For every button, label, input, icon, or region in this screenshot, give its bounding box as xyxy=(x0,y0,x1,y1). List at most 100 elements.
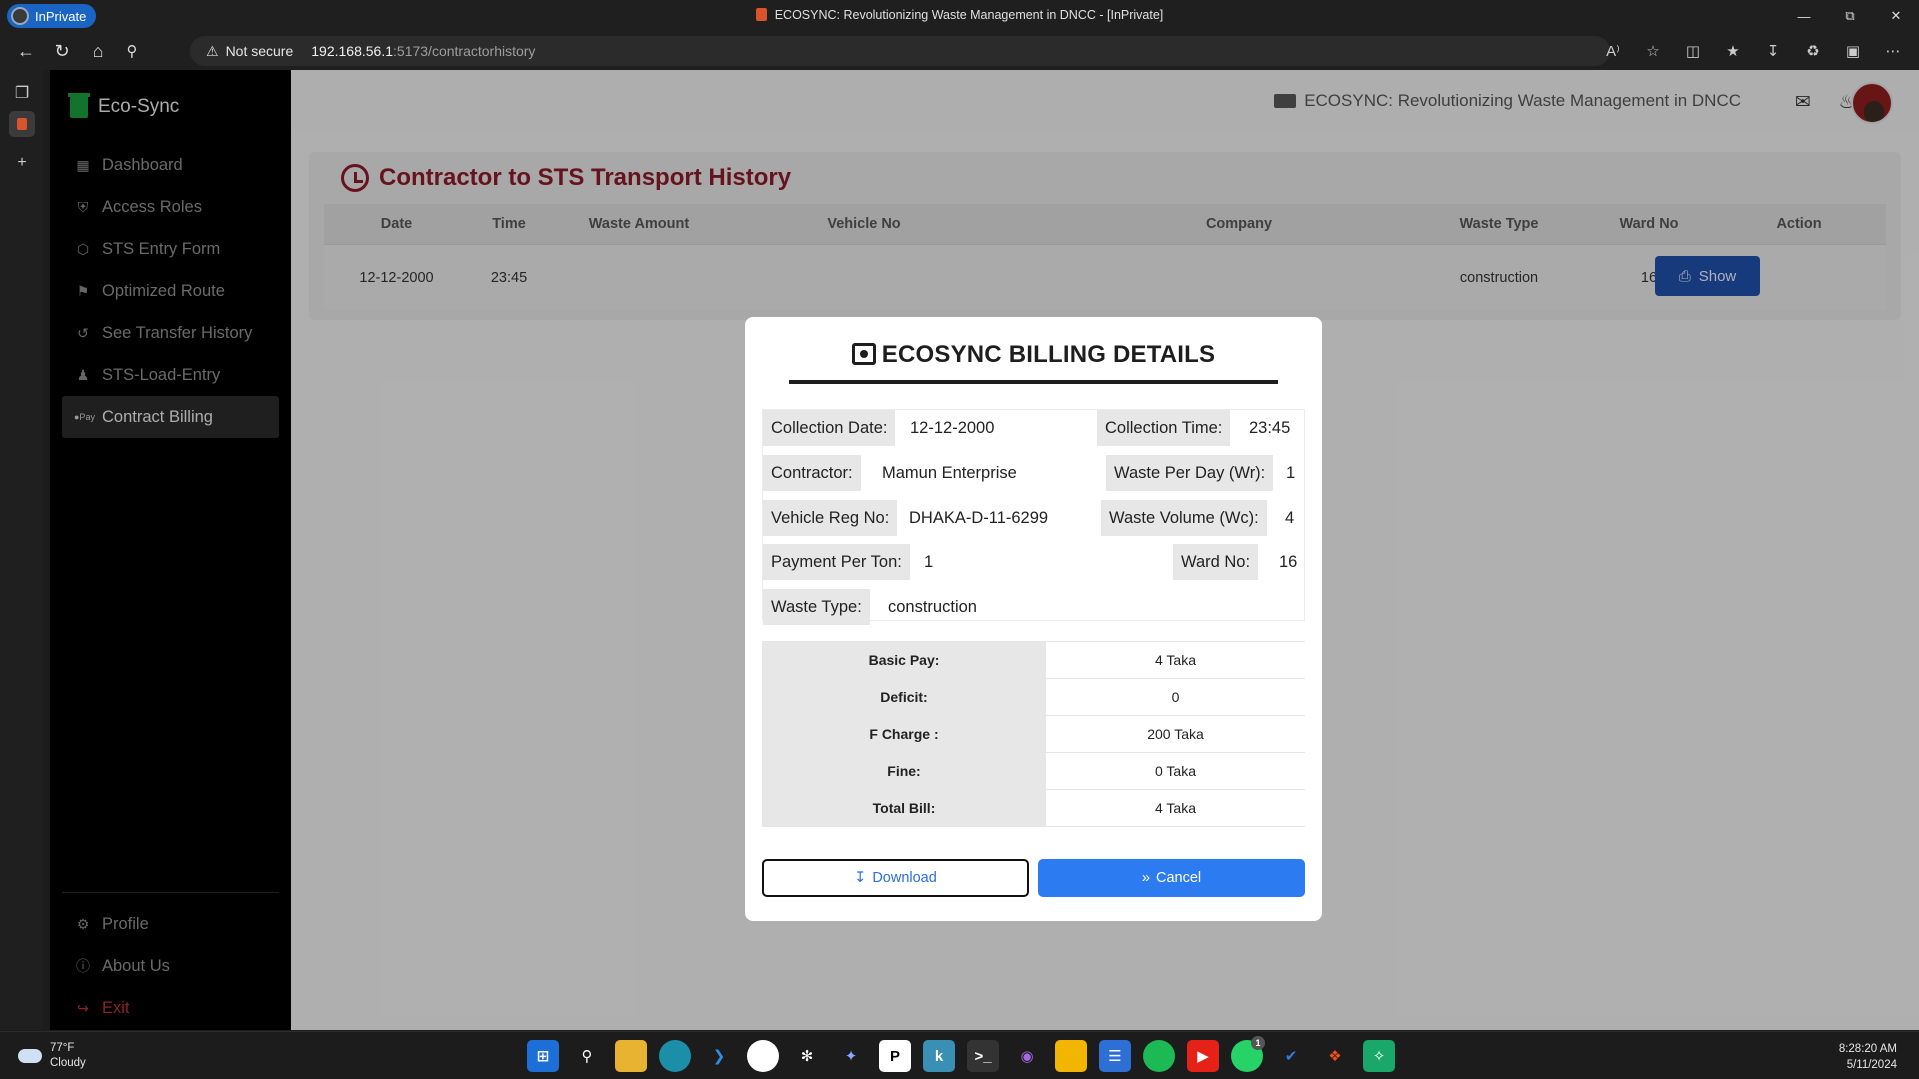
window-title: ECOSYNC: Revolutionizing Waste Managemen… xyxy=(0,8,1919,22)
bill-table: Basic Pay: 4 Taka Deficit: 0 F Charge : … xyxy=(762,641,1305,827)
bill-label: Total Bill: xyxy=(762,790,1046,826)
waste-per-day-value: 1 xyxy=(1286,463,1296,482)
modal-title: ECOSYNC BILLING DETAILS xyxy=(745,341,1322,369)
url-host: 192.168.56.1 xyxy=(311,43,394,59)
ward-no-label: Ward No: xyxy=(1173,544,1259,580)
chatgpt-icon[interactable]: ✻ xyxy=(791,1040,823,1072)
bill-value: 0 Taka xyxy=(1155,763,1196,779)
weather-condition: Cloudy xyxy=(50,1057,86,1069)
minimize-icon[interactable]: — xyxy=(1781,0,1827,32)
refresh-icon[interactable]: ↻ xyxy=(48,39,76,63)
address-toolbar: ← ↻ ⌂ ⚲ ⚠ Not secure 192.168.56.1:5173/c… xyxy=(0,32,1919,70)
bill-value: 4 Taka xyxy=(1155,800,1196,816)
edge-browser-icon[interactable] xyxy=(659,1040,691,1072)
whatsapp-icon[interactable]: 1 xyxy=(1231,1036,1265,1072)
bill-row: Fine: 0 Taka xyxy=(762,753,1305,790)
title-divider xyxy=(789,380,1278,384)
taskbar: 77°F Cloudy ⊞ ⚲ ❯ ✻ ✦ P k >_ ◉ ☰ ▶ 1 ✔ ❖… xyxy=(0,1031,1919,1079)
bill-label: Fine: xyxy=(762,753,1046,789)
back-icon[interactable]: ← xyxy=(12,39,40,63)
waste-volume-label: Waste Volume (Wc): xyxy=(1101,500,1267,536)
contractor-label: Contractor: xyxy=(763,455,861,491)
kotlin-app-icon[interactable]: k xyxy=(923,1040,955,1072)
cloud-icon xyxy=(18,1049,42,1063)
search-icon[interactable]: ⚲ xyxy=(571,1040,603,1072)
keep-notes-icon[interactable] xyxy=(1055,1040,1087,1072)
clock-time: 8:28:20 AM xyxy=(1838,1043,1897,1055)
todo-icon[interactable]: ✔ xyxy=(1275,1040,1307,1072)
chevrons-right-icon: » xyxy=(1141,870,1150,886)
clock-date: 5/11/2024 xyxy=(1846,1059,1897,1071)
favorite-star-icon[interactable]: ☆ xyxy=(1639,39,1667,63)
restore-icon[interactable]: ⧉ xyxy=(1827,0,1873,32)
not-secure-label[interactable]: Not secure xyxy=(226,43,294,59)
collection-date-label: Collection Date: xyxy=(763,410,896,446)
bill-row: Deficit: 0 xyxy=(762,679,1305,716)
billing-modal: ECOSYNC BILLING DETAILS Collection Date:… xyxy=(745,317,1322,921)
waste-per-day-label: Waste Per Day (Wr): xyxy=(1106,455,1274,491)
pycharm-icon[interactable]: P xyxy=(879,1040,911,1072)
bill-row: Total Bill: 4 Taka xyxy=(762,790,1305,827)
github-desktop-icon[interactable]: ◉ xyxy=(1011,1040,1043,1072)
vscode-icon[interactable]: ❯ xyxy=(703,1040,735,1072)
collection-time-label: Collection Time: xyxy=(1097,410,1231,446)
browser-titlebar: InPrivate ECOSYNC: Revolutionizing Waste… xyxy=(0,0,1919,32)
money-truck-icon xyxy=(851,343,876,365)
url-path: :5173/contractorhistory xyxy=(393,43,536,59)
site-favicon-icon xyxy=(755,8,767,21)
bill-label: Basic Pay: xyxy=(762,642,1046,678)
bill-value: 4 Taka xyxy=(1155,652,1196,668)
billing-info: Collection Date: 12-12-2000 Collection T… xyxy=(762,409,1305,625)
cancel-button[interactable]: » Cancel xyxy=(1038,859,1305,897)
contractor-value: Mamun Enterprise xyxy=(882,463,1017,482)
windows-start-icon[interactable]: ⊞ xyxy=(527,1040,559,1072)
payment-per-ton-value: 1 xyxy=(924,552,934,571)
download-button-label: Download xyxy=(872,870,937,886)
app-window: Eco-Sync ▦ Dashboard ⛨ Access Roles ⬡ ST… xyxy=(50,70,1919,1030)
vehicle-reg-label: Vehicle Reg No: xyxy=(763,500,898,536)
download-icon: ↧ xyxy=(854,870,867,886)
gemini-icon[interactable]: ✦ xyxy=(835,1040,867,1072)
figma-icon[interactable]: ❖ xyxy=(1319,1040,1351,1072)
url-field[interactable]: ⚠ Not secure 192.168.56.1:5173/contracto… xyxy=(190,36,1610,66)
search-icon[interactable]: ⚲ xyxy=(118,39,146,63)
home-icon[interactable]: ⌂ xyxy=(84,39,112,63)
youtube-icon[interactable]: ▶ xyxy=(1187,1040,1219,1072)
file-explorer-icon[interactable] xyxy=(615,1040,647,1072)
browser-tools: A⁾ ☆ ◫ ★ ↧ ♻ ▣ ⋯ xyxy=(1599,39,1907,63)
collection-time-value: 23:45 xyxy=(1249,418,1291,437)
bill-label: F Charge : xyxy=(762,716,1046,752)
warning-icon: ⚠ xyxy=(206,42,219,59)
spotify-icon[interactable] xyxy=(1143,1040,1175,1072)
notification-badge: 1 xyxy=(1251,1036,1265,1050)
window-title-text: ECOSYNC: Revolutionizing Waste Managemen… xyxy=(774,8,1164,22)
download-button[interactable]: ↧ Download xyxy=(762,859,1029,897)
extensions-icon[interactable]: ♻ xyxy=(1799,39,1827,63)
close-icon[interactable]: ✕ xyxy=(1873,0,1919,32)
temperature: 77°F xyxy=(50,1042,75,1054)
payment-per-ton-label: Payment Per Ton: xyxy=(763,544,910,580)
system-clock[interactable]: 8:28:20 AM 5/11/2024 xyxy=(1839,1041,1897,1073)
github-icon[interactable] xyxy=(747,1040,779,1072)
read-aloud-icon[interactable]: A⁾ xyxy=(1599,39,1627,63)
more-menu-icon[interactable]: ⋯ xyxy=(1879,39,1907,63)
vehicle-reg-value: DHAKA-D-11-6299 xyxy=(909,508,1049,527)
favorites-icon[interactable]: ★ xyxy=(1719,39,1747,63)
tab-actions-icon[interactable]: ❐ xyxy=(9,80,35,106)
waste-volume-value: 4 xyxy=(1285,508,1295,527)
snipping-tool-icon[interactable]: ✧ xyxy=(1363,1040,1395,1072)
new-tab-icon[interactable]: + xyxy=(9,150,35,176)
terminal-icon[interactable]: >_ xyxy=(967,1040,999,1072)
bill-value: 0 xyxy=(1171,689,1180,705)
ward-no-value: 16 xyxy=(1279,552,1298,571)
window-controls: — ⧉ ✕ xyxy=(1781,0,1919,32)
notepad-icon[interactable]: ☰ xyxy=(1099,1040,1131,1072)
weather-widget[interactable]: 77°F Cloudy xyxy=(18,1041,86,1071)
waste-type-value: construction xyxy=(888,597,977,616)
waste-type-label: Waste Type: xyxy=(763,589,870,625)
screenshot-icon[interactable]: ▣ xyxy=(1839,39,1867,63)
downloads-icon[interactable]: ↧ xyxy=(1759,39,1787,63)
tab-ecosync-icon[interactable] xyxy=(9,111,35,137)
bill-row: F Charge : 200 Taka xyxy=(762,716,1305,753)
split-screen-icon[interactable]: ◫ xyxy=(1679,39,1707,63)
